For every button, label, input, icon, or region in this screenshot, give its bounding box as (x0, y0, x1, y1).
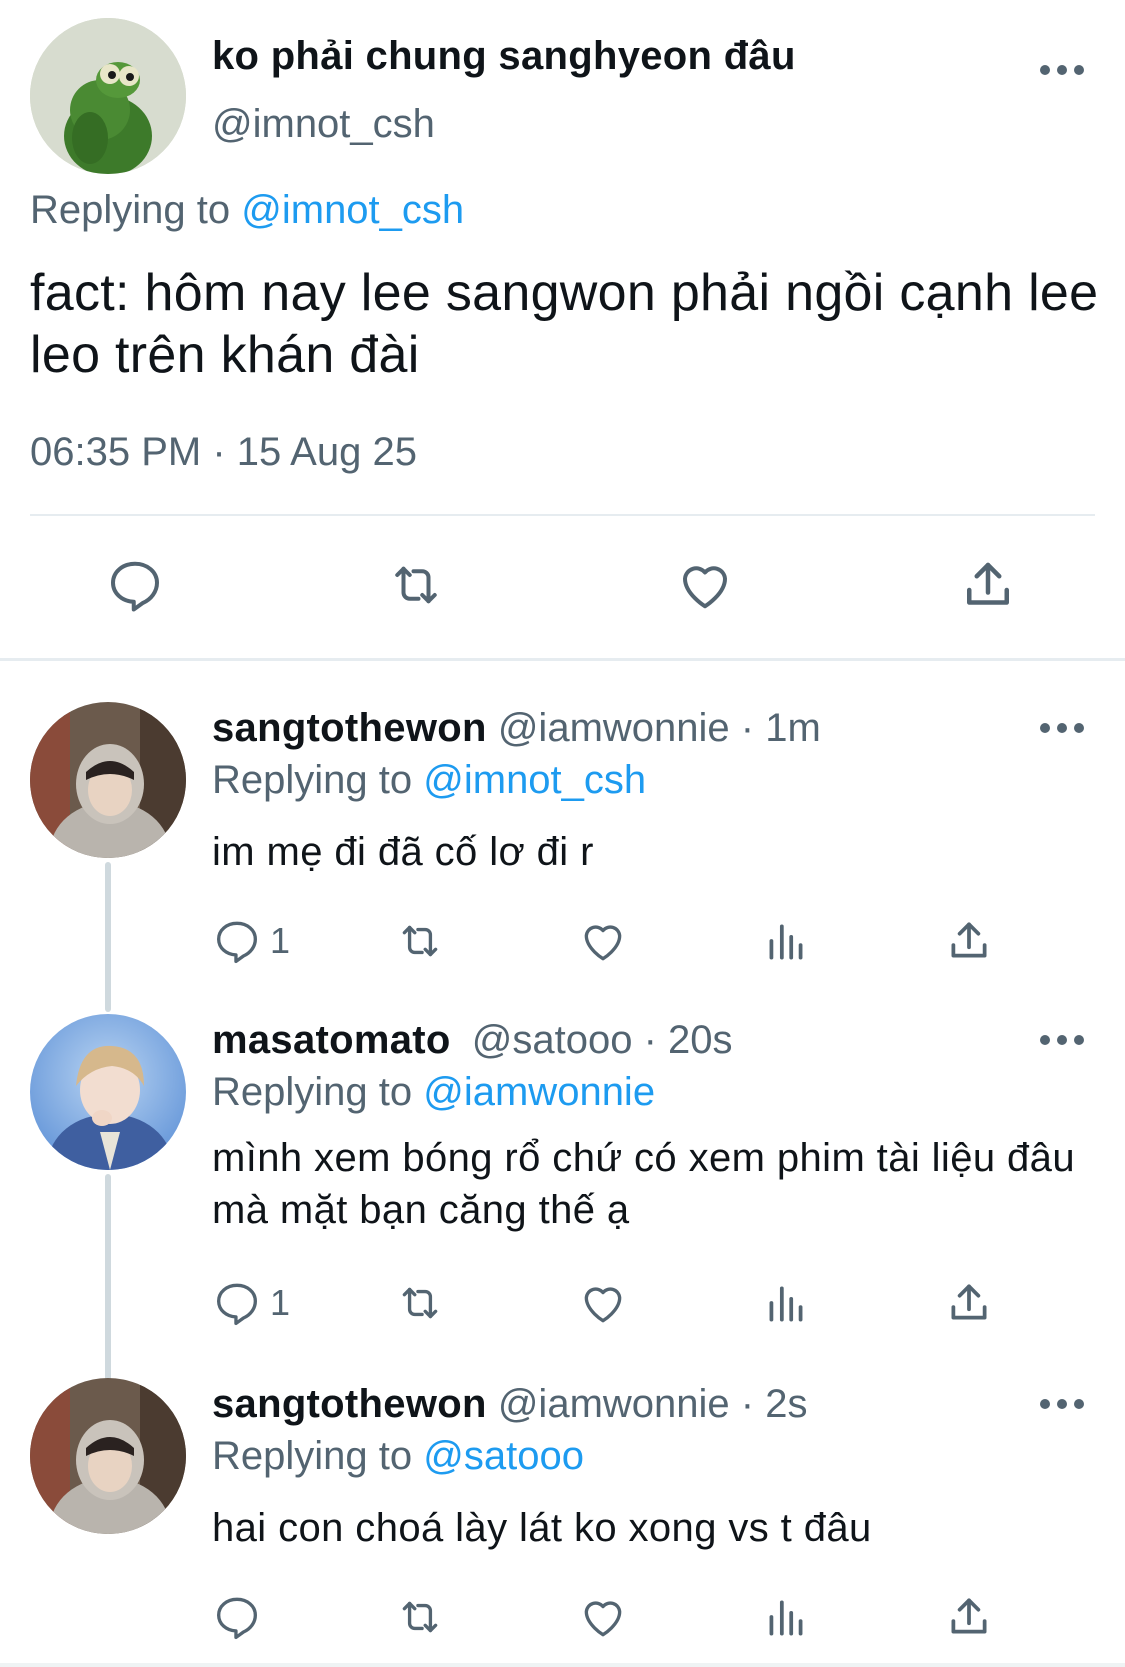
reply-icon[interactable] (105, 555, 165, 615)
display-name[interactable]: sangtothewon (212, 1382, 487, 1426)
share-icon[interactable] (958, 555, 1018, 615)
avatar[interactable] (30, 18, 186, 174)
like-icon[interactable] (578, 1590, 628, 1644)
display-name[interactable]: ko phải chung sanghyeon đâu (212, 34, 796, 79)
retweet-icon[interactable] (395, 1590, 445, 1644)
reply-actions (0, 1590, 1125, 1644)
replying-to-link[interactable]: @imnot_csh (241, 188, 464, 232)
more-options-icon[interactable] (1040, 60, 1084, 80)
avatar[interactable] (30, 1378, 186, 1534)
share-icon[interactable] (944, 1590, 994, 1644)
tweet-actions (0, 555, 1125, 615)
handle[interactable]: @iamwonnie (498, 1382, 730, 1426)
main-tweet: ko phải chung sanghyeon đâu @imnot_csh R… (0, 0, 1125, 658)
reply-button[interactable]: 1 (212, 914, 290, 968)
reply-actions: 1 (0, 914, 1125, 968)
reply-text: hai con choá lày lát ko xong vs t đâu (212, 1506, 872, 1550)
reply-button[interactable] (212, 1590, 262, 1644)
avatar[interactable] (30, 702, 186, 858)
views-icon[interactable] (761, 914, 811, 968)
reply-count: 1 (270, 920, 291, 961)
more-options-icon[interactable] (1040, 1394, 1084, 1414)
more-options-icon[interactable] (1040, 1030, 1084, 1050)
replying-to-link[interactable]: @imnot_csh (423, 758, 646, 802)
tweet-timestamp[interactable]: 06:35 PM · 15 Aug 25 (30, 430, 417, 475)
user-photo-icon (30, 1378, 186, 1534)
user-photo-icon (30, 1014, 186, 1170)
display-name[interactable]: masatomato (212, 1018, 451, 1062)
handle[interactable]: @satooo (472, 1018, 633, 1062)
reply-tweet[interactable]: masatomato @satooo · 20s Replying to @ia… (0, 1014, 1125, 1386)
replying-to: Replying to @imnot_csh (30, 188, 464, 233)
like-icon[interactable] (578, 1276, 628, 1330)
tweet-text: fact: hôm nay lee sangwon phải ngồi cạnh… (30, 264, 1099, 384)
share-icon[interactable] (944, 1276, 994, 1330)
replying-prefix: Replying to (212, 1434, 413, 1478)
reply-text: mình xem bóng rổ chứ có xem phim tài liệ… (212, 1136, 1075, 1232)
share-icon[interactable] (944, 914, 994, 968)
replying-to: Replying to @satooo (212, 1434, 584, 1479)
user-photo-icon (30, 702, 186, 858)
handle[interactable]: @iamwonnie (498, 706, 730, 750)
retweet-icon[interactable] (395, 1276, 445, 1330)
reply-button[interactable]: 1 (212, 1276, 290, 1330)
like-icon[interactable] (675, 555, 735, 615)
replying-to: Replying to @imnot_csh (212, 758, 646, 803)
section-separator (0, 658, 1125, 661)
reply-text: im mẹ đi đã cố lơ đi r (212, 830, 594, 874)
reply-headline: masatomato @satooo · 20s (212, 1018, 733, 1063)
replying-to-link[interactable]: @iamwonnie (423, 1070, 655, 1114)
divider (30, 514, 1095, 516)
display-name[interactable]: sangtothewon (212, 706, 487, 750)
replying-prefix: Replying to (30, 188, 231, 232)
replying-prefix: Replying to (212, 758, 413, 802)
reply-icon (217, 1283, 257, 1326)
reply-time: · 2s (740, 1382, 808, 1426)
replying-prefix: Replying to (212, 1070, 413, 1114)
reply-headline: sangtothewon @iamwonnie · 1m (212, 706, 821, 751)
reply-time: · 1m (740, 706, 821, 750)
more-options-icon[interactable] (1040, 718, 1084, 738)
kermit-avatar-icon (30, 18, 186, 174)
handle[interactable]: @imnot_csh (212, 102, 435, 147)
reply-actions: 1 (0, 1276, 1125, 1330)
reply-icon (217, 921, 257, 964)
views-icon[interactable] (761, 1590, 811, 1644)
retweet-icon[interactable] (395, 914, 445, 968)
divider (0, 1663, 1125, 1667)
reply-tweet[interactable]: sangtothewon @iamwonnie · 2s Replying to… (0, 1378, 1125, 1640)
retweet-icon[interactable] (386, 555, 446, 615)
reply-tweet[interactable]: sangtothewon @iamwonnie · 1m Replying to… (0, 702, 1125, 1012)
reply-icon (217, 1597, 257, 1640)
replying-to: Replying to @iamwonnie (212, 1070, 655, 1115)
reply-count: 1 (270, 1282, 291, 1323)
replying-to-link[interactable]: @satooo (423, 1434, 584, 1478)
like-icon[interactable] (578, 914, 628, 968)
reply-time: · 20s (643, 1018, 733, 1062)
reply-headline: sangtothewon @iamwonnie · 2s (212, 1382, 807, 1427)
views-icon[interactable] (761, 1276, 811, 1330)
avatar[interactable] (30, 1014, 186, 1170)
